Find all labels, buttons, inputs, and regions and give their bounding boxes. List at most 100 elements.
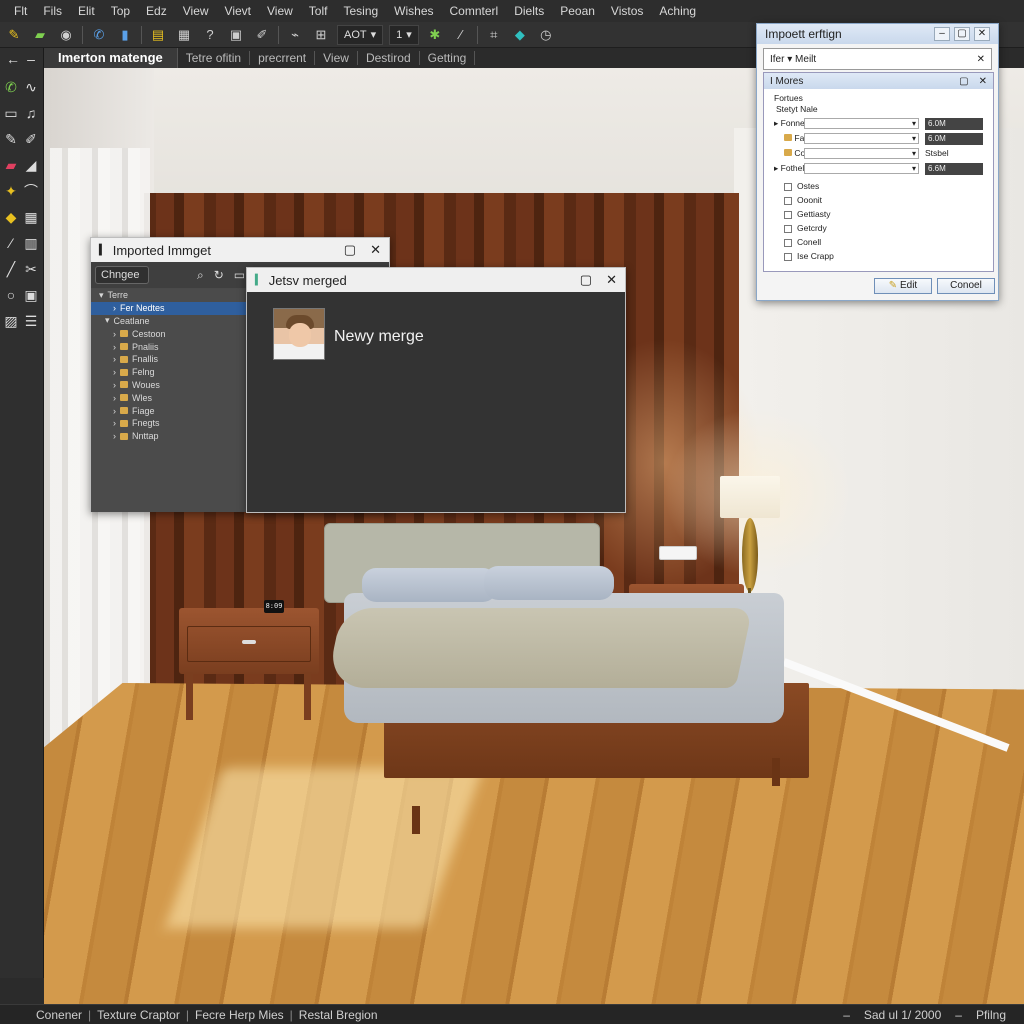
plugin-icon[interactable]: ✱	[425, 25, 445, 45]
menu-item[interactable]: Edz	[138, 4, 175, 18]
checkbox-row[interactable]: Ooonit	[784, 195, 822, 205]
cancel-button[interactable]: Conoel	[937, 278, 995, 294]
menu-item[interactable]: Fils	[35, 4, 70, 18]
brush-icon[interactable]: ⌁	[285, 25, 305, 45]
grid-icon[interactable]: ⊞	[311, 25, 331, 45]
window-titlebar[interactable]: ▍ Imported Immget ▢ ✕	[91, 238, 389, 262]
cube-icon[interactable]: ◆	[510, 25, 530, 45]
tree-row-selected[interactable]: › Fer Nedtes	[91, 301, 246, 315]
pen-icon[interactable]: ✎	[2, 130, 20, 148]
menu-item[interactable]: Vievt	[217, 4, 259, 18]
checkbox-row[interactable]: Ise Crapp	[784, 251, 834, 261]
tab-item[interactable]: precrrent	[250, 51, 316, 65]
checkbox-row[interactable]: Getcrdy	[784, 223, 827, 233]
menu-item[interactable]: View	[259, 4, 301, 18]
checkbox[interactable]	[784, 238, 792, 247]
tab-item[interactable]: View	[315, 51, 358, 65]
search-input[interactable]: Chngee	[95, 266, 149, 284]
back-icon[interactable]: ←	[4, 50, 22, 68]
tree-row[interactable]: › Fiage	[91, 404, 246, 417]
property-row[interactable]: ▸ Fothell	[774, 163, 806, 174]
tab-item[interactable]: Tetre ofitin	[178, 51, 251, 65]
bulb-icon[interactable]: ✦	[2, 182, 20, 200]
close-icon[interactable]: ✕	[974, 27, 990, 41]
property-field[interactable]: ▾	[804, 133, 919, 144]
tab-item[interactable]: Destirod	[358, 51, 420, 65]
menu-item[interactable]: Comnterl	[442, 4, 507, 18]
checkbox[interactable]	[784, 224, 792, 233]
menu-item[interactable]: Dielts	[506, 4, 552, 18]
menu-item[interactable]: Wishes	[386, 4, 441, 18]
tag-icon[interactable]: ◆	[2, 208, 20, 226]
window-titlebar[interactable]: ▍ Jetsv merged ▢ ✕	[247, 268, 625, 292]
screen-icon[interactable]: ▭	[2, 104, 20, 122]
menu-item[interactable]: View	[175, 4, 217, 18]
filter-dropdown[interactable]: Ifer ▾ Meilt ✕	[763, 48, 992, 70]
checkbox-row[interactable]: Conell	[784, 237, 821, 247]
property-field[interactable]: ▾	[804, 118, 919, 129]
chart-icon[interactable]: ▥	[22, 234, 40, 252]
mode-select[interactable]: AOT ▾	[337, 24, 384, 45]
document-icon[interactable]: ▤	[148, 25, 168, 45]
phone-icon[interactable]: ✆	[89, 25, 109, 45]
open-folder-icon[interactable]: ▰	[30, 25, 50, 45]
circle-icon[interactable]: ○	[2, 286, 20, 304]
tree-row[interactable]: › Cestoon	[91, 327, 246, 340]
checkbox[interactable]	[784, 196, 792, 205]
edit-icon[interactable]: ⁄	[451, 25, 471, 45]
dash-icon[interactable]: –	[22, 50, 40, 68]
menu-item[interactable]: Vistos	[603, 4, 651, 18]
close-icon[interactable]: ✕	[979, 76, 987, 87]
tree-row[interactable]: ▾ Terre	[91, 289, 246, 302]
close-icon[interactable]: ✕	[977, 54, 985, 65]
search-icon[interactable]: ⌕	[197, 268, 204, 283]
tab-item[interactable]: Getting	[420, 51, 476, 65]
tree-row[interactable]: › Wles	[91, 391, 246, 404]
tree-row[interactable]: › Fnallis	[91, 353, 246, 366]
list-icon[interactable]: ☰	[22, 312, 40, 330]
tree-row[interactable]: › Fnegts	[91, 417, 246, 430]
checkbox[interactable]	[784, 210, 792, 219]
camera-icon[interactable]: ▣	[22, 286, 40, 304]
car-icon[interactable]: ▰	[2, 156, 20, 174]
grid-icon[interactable]: ▦	[22, 208, 40, 226]
chart-icon[interactable]: ▮	[115, 25, 135, 45]
close-icon[interactable]: ✕	[606, 272, 617, 288]
tab-active[interactable]: Imerton matenge	[44, 48, 178, 68]
save-icon[interactable]: ▣	[226, 25, 246, 45]
maximize-icon[interactable]: ▢	[580, 272, 592, 288]
knife-icon[interactable]: ⁄	[2, 234, 20, 252]
refresh-icon[interactable]: ↻	[214, 268, 224, 282]
property-value[interactable]: 6.0M	[925, 133, 983, 145]
wave-icon[interactable]: ∿	[22, 78, 40, 96]
dialog-titlebar[interactable]: Impoett erftign – ▢ ✕	[757, 24, 998, 44]
record-icon[interactable]: ◉	[56, 25, 76, 45]
phone-icon[interactable]: ✆	[2, 78, 20, 96]
maximize-icon[interactable]: ▢	[344, 242, 356, 258]
tree-row[interactable]: › Felng	[91, 366, 246, 379]
maximize-icon[interactable]: ▢	[954, 27, 970, 41]
menu-item[interactable]: Elit	[70, 4, 103, 18]
close-icon[interactable]: ✕	[370, 242, 381, 258]
tree-row[interactable]: › Woues	[91, 379, 246, 392]
property-value[interactable]: 6.6M	[925, 163, 983, 175]
folder-icon[interactable]: ▭	[234, 268, 245, 282]
tree-row[interactable]: › Pnaliis	[91, 340, 246, 353]
menu-item[interactable]: Top	[103, 4, 138, 18]
checkbox[interactable]	[784, 252, 792, 261]
curve-icon[interactable]: ⌒	[22, 182, 40, 200]
checkbox-row[interactable]: Ostes	[784, 181, 819, 191]
checkbox[interactable]	[784, 182, 792, 191]
maximize-icon[interactable]: ▢	[959, 76, 968, 87]
help-icon[interactable]: ?	[200, 25, 220, 45]
line-icon[interactable]: ╱	[2, 260, 20, 278]
clock-icon[interactable]: ◷	[536, 25, 556, 45]
edit-button[interactable]: ✎ Edit	[874, 278, 932, 294]
brush-icon[interactable]: ✐	[22, 130, 40, 148]
image-icon[interactable]: ▨	[2, 312, 20, 330]
pencil-icon[interactable]: ✐	[252, 25, 272, 45]
new-file-icon[interactable]: ✎	[4, 25, 24, 45]
menu-item[interactable]: Aching	[651, 4, 704, 18]
tree-row[interactable]: › Nnttap	[91, 430, 246, 443]
minimize-icon[interactable]: –	[934, 27, 950, 41]
